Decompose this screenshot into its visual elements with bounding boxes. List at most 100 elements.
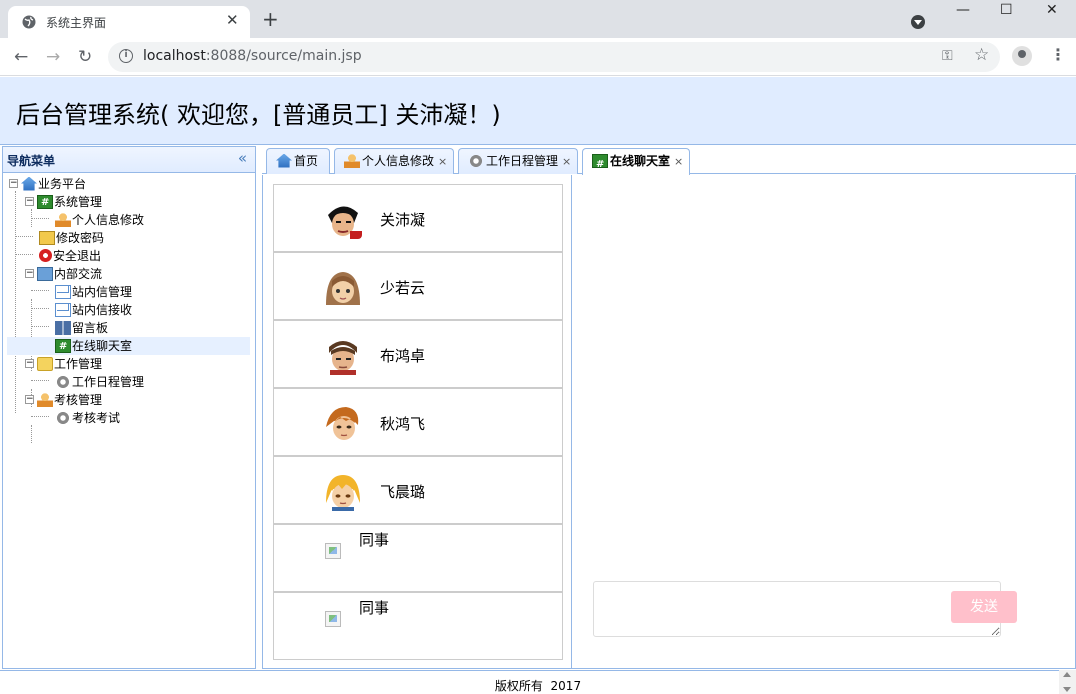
tab-chat-room[interactable]: 在线聊天室× <box>582 148 690 177</box>
tab-home[interactable]: 首页 <box>266 148 330 174</box>
tree-toggle-icon[interactable]: − <box>25 395 34 404</box>
browser-tab[interactable]: 系统主界面 ✕ <box>8 6 250 38</box>
tab-close-icon[interactable]: × <box>674 155 683 168</box>
chat-user-name: 飞晨璐 <box>380 483 426 501</box>
nav-item-change-password[interactable]: 修改密码 <box>39 229 104 247</box>
tab-label: 首页 <box>294 154 319 168</box>
nav-item-work-management[interactable]: − 工作管理 <box>25 355 102 373</box>
gear-icon <box>55 410 71 425</box>
nav-item-assessment-exam[interactable]: 考核考试 <box>55 409 120 427</box>
nav-item-business-platform[interactable]: − 业务平台 <box>9 175 86 193</box>
user-icon <box>55 212 71 227</box>
tab-close-icon[interactable]: × <box>562 155 571 168</box>
nav-item-label: 系统管理 <box>54 195 103 209</box>
chat-user-item[interactable]: 秋鸿飞 <box>273 388 563 456</box>
nav-item-system-management[interactable]: − 系统管理 <box>25 193 103 212</box>
window-close-icon[interactable]: ✕ <box>1046 2 1058 18</box>
reload-icon[interactable]: ↻ <box>78 47 92 67</box>
scroll-up-icon[interactable] <box>1063 672 1071 677</box>
site-info-icon[interactable]: i <box>119 49 133 63</box>
nav-item-label: 个人信息修改 <box>72 213 145 227</box>
url-path: :8088/source/main.jsp <box>205 48 362 64</box>
home-icon <box>276 153 292 168</box>
mail-icon <box>55 284 71 299</box>
tab-profile-edit[interactable]: 个人信息修改 × <box>334 148 454 174</box>
tab-label: 在线聊天室 <box>610 154 671 168</box>
back-icon[interactable]: ← <box>14 47 28 67</box>
panel-splitter[interactable] <box>571 175 572 669</box>
nav-item-message-inbox[interactable]: 站内信接收 <box>55 301 132 319</box>
nav-item-work-schedule[interactable]: 工作日程管理 <box>55 373 144 391</box>
broken-image-icon <box>325 611 341 627</box>
tree-toggle-icon[interactable]: − <box>25 359 34 368</box>
gear-icon <box>55 374 71 389</box>
tree-toggle-icon[interactable]: − <box>25 197 34 206</box>
address-bar[interactable]: i localhost:8088/source/main.jsp ⚿ ☆ <box>108 42 1000 72</box>
profile-avatar-icon[interactable] <box>1012 46 1032 66</box>
maximize-icon[interactable]: ☐ <box>1000 2 1013 18</box>
app-header: 后台管理系统( 欢迎您，[普通员工] 关沛凝！) <box>0 77 1076 145</box>
nav-panel-header: 导航菜单 « <box>3 147 255 173</box>
nav-item-logout[interactable]: 安全退出 <box>39 247 101 265</box>
forward-icon[interactable]: → <box>46 47 60 67</box>
collapse-icon[interactable]: « <box>238 149 247 167</box>
new-tab-button[interactable]: + <box>262 7 279 31</box>
nav-item-label: 站内信接收 <box>72 303 133 317</box>
nav-item-label: 留言板 <box>72 321 109 335</box>
copyright-text: 版权所有 2017 <box>494 679 582 693</box>
minimize-icon[interactable]: — <box>956 2 970 18</box>
send-button[interactable]: 发送 <box>951 591 1017 623</box>
nav-item-assessment-management[interactable]: − 考核管理 <box>25 391 102 409</box>
nav-item-label: 修改密码 <box>56 231 105 245</box>
tree-toggle-icon[interactable]: − <box>25 269 34 278</box>
nav-item-message-board[interactable]: 留言板 <box>55 319 108 337</box>
nav-item-label: 工作管理 <box>54 357 103 371</box>
avatar <box>324 201 362 239</box>
chat-room-icon <box>55 338 71 356</box>
chat-user-item[interactable]: 布鸿卓 <box>273 320 563 388</box>
nav-item-internal-communication[interactable]: − 内部交流 <box>25 265 102 283</box>
bookmark-star-icon[interactable]: ☆ <box>974 45 989 65</box>
nav-item-label: 内部交流 <box>54 267 103 281</box>
nav-item-chat-room[interactable]: 在线聊天室 <box>7 337 250 356</box>
communication-icon <box>37 266 53 281</box>
url-text[interactable]: localhost:8088/source/main.jsp <box>143 48 362 64</box>
browser-toolbar: ← → ↻ i localhost:8088/source/main.jsp ⚿… <box>0 38 1076 76</box>
chat-user-item[interactable]: 少若云 <box>273 252 563 320</box>
avatar <box>324 269 362 307</box>
scroll-down-icon[interactable] <box>1063 687 1071 692</box>
broken-image-icon <box>325 543 341 559</box>
tree-toggle-icon[interactable]: − <box>9 179 18 188</box>
url-host: localhost <box>143 48 206 64</box>
tab-close-icon[interactable]: × <box>438 155 447 168</box>
page-title: 后台管理系统( 欢迎您，[普通员工] 关沛凝！) <box>16 101 501 129</box>
tab-work-schedule[interactable]: 工作日程管理 × <box>458 148 578 174</box>
user-icon <box>37 392 53 407</box>
chat-user-item[interactable]: 关沛凝 <box>273 184 563 252</box>
tab-label: 工作日程管理 <box>486 154 559 168</box>
chat-user-name: 同事 <box>359 599 390 617</box>
page-scrollbar[interactable] <box>1059 670 1076 694</box>
nav-panel: 导航菜单 « −业务平台 −系统管理 个人信息修改 修改密码 安全退出 <box>2 146 256 669</box>
avatar <box>324 337 362 375</box>
nav-item-profile-edit[interactable]: 个人信息修改 <box>55 211 144 229</box>
globe-icon <box>22 15 36 29</box>
content-tabs: 首页 个人信息修改× 工作日程管理× 在线聊天室× <box>262 146 1076 177</box>
chat-user-item[interactable]: 同事 <box>273 592 563 660</box>
message-input[interactable] <box>593 581 1001 637</box>
chat-user-name: 少若云 <box>380 279 426 297</box>
nav-item-message-management[interactable]: 站内信管理 <box>55 283 132 301</box>
key-icon[interactable]: ⚿ <box>942 48 953 64</box>
nav-item-label: 业务平台 <box>38 177 87 191</box>
chat-user-item[interactable]: 同事 <box>273 524 563 592</box>
close-tab-icon[interactable]: ✕ <box>226 11 239 29</box>
chat-room-icon <box>592 153 608 177</box>
book-icon <box>55 320 71 335</box>
browser-menu-icon[interactable]: ⋮ <box>1050 45 1066 64</box>
browser-tab-strip: 系统主界面 ✕ + — ☐ ✕ <box>0 0 1076 38</box>
chat-user-list: 关沛凝 少若云 布鸿卓 秋鸿飞 飞晨璐 同事 同事 <box>273 184 563 660</box>
avatar <box>324 405 362 443</box>
tab-search-icon[interactable] <box>911 15 925 29</box>
mail-icon <box>55 302 71 317</box>
chat-user-item[interactable]: 飞晨璐 <box>273 456 563 524</box>
